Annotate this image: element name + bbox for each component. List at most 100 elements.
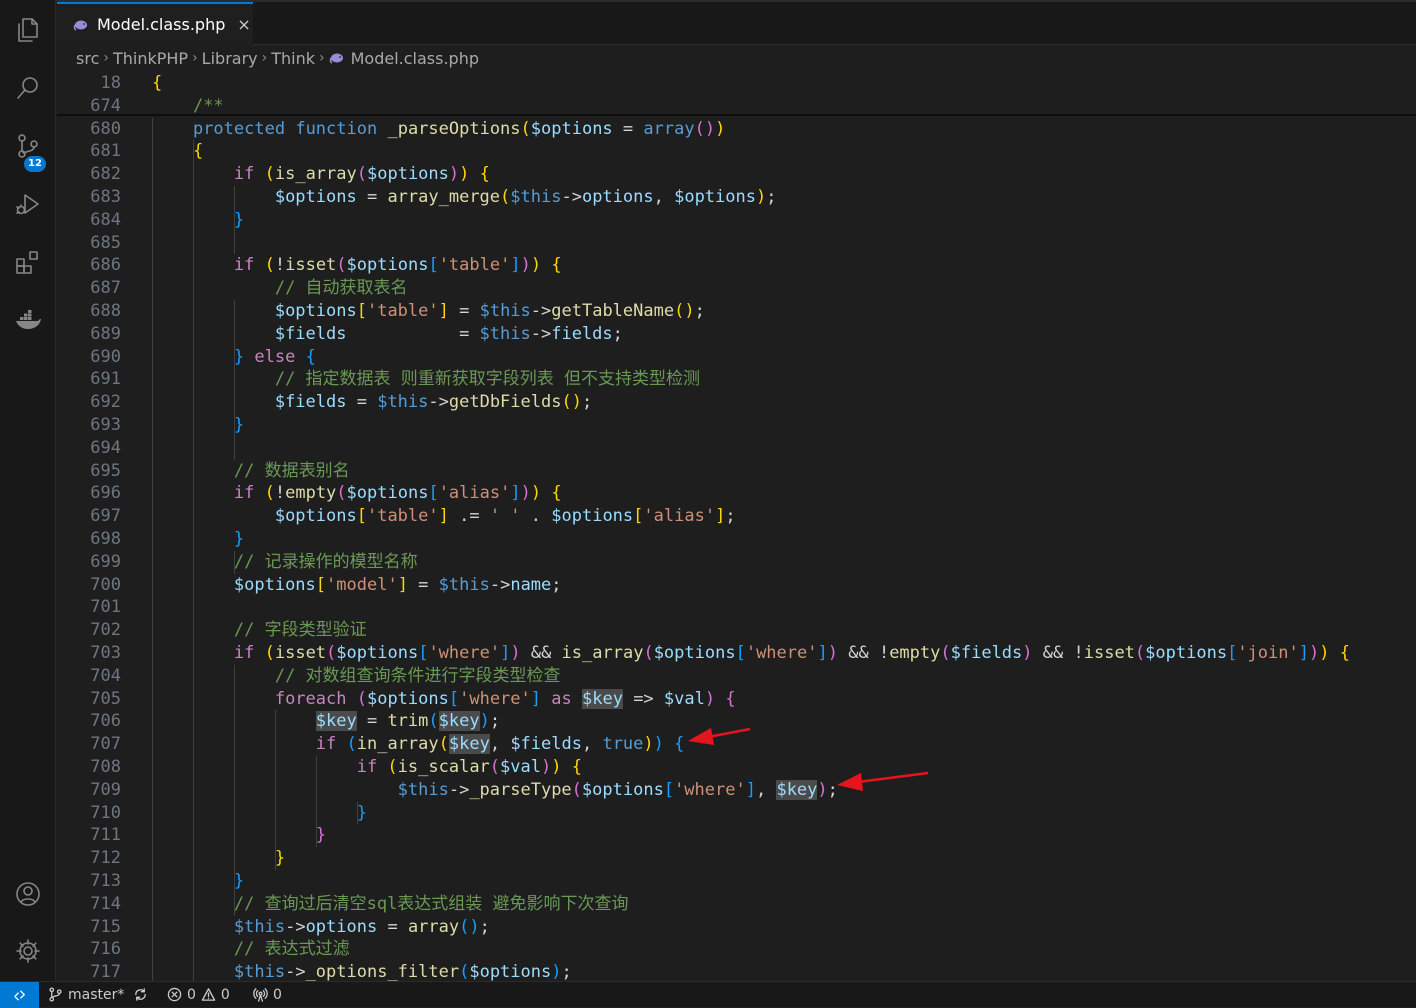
tab-model-class-php[interactable]: Model.class.php × — [57, 2, 253, 45]
code-token: if — [233, 255, 255, 276]
code-token: $options — [367, 164, 449, 185]
source-control-button[interactable]: 12 — [0, 122, 56, 172]
code-line[interactable]: 692 $fields = $this->getDbFields(); — [57, 391, 1416, 414]
code-line[interactable]: 707 if (in_array($key, $fields, true)) { — [57, 733, 1416, 756]
code-token: -> — [428, 392, 449, 413]
code-line[interactable]: 693 } — [57, 414, 1416, 437]
branch-status[interactable]: master* — [48, 982, 148, 1007]
code-line[interactable]: 704 // 对数组查询条件进行字段类型检查 — [57, 665, 1416, 688]
code-token: ) — [755, 187, 767, 207]
code-line[interactable]: 688 $options['table'] = $this->getTableN… — [57, 300, 1416, 323]
remote-indicator-button[interactable] — [0, 982, 39, 1008]
manage-button[interactable] — [0, 927, 56, 975]
code-token: is_array — [561, 643, 644, 663]
code-line[interactable]: 694 — [57, 437, 1416, 460]
code-line[interactable]: 702 // 字段类型验证 — [57, 619, 1416, 642]
line-number: 706 — [90, 711, 121, 732]
search-icon — [17, 77, 38, 99]
code-token: // 自动获取表名 — [274, 278, 408, 299]
code-line[interactable]: 681 { — [57, 140, 1416, 163]
code-line[interactable]: 709 $this->_parseType($options['where'],… — [57, 779, 1416, 802]
search-button[interactable] — [0, 64, 56, 112]
docker-icon — [16, 310, 41, 329]
code-line[interactable]: 716 // 表达式过滤 — [57, 938, 1416, 961]
code-line[interactable]: 713 } — [57, 870, 1416, 893]
code-line[interactable]: 714 // 查询过后清空sql表达式组装 避免影响下次查询 — [57, 893, 1416, 916]
code-line[interactable]: 687 // 自动获取表名 — [57, 277, 1416, 300]
line-number: 712 — [90, 848, 121, 869]
code-token: ) — [551, 962, 562, 983]
code-token: 'where' — [674, 779, 746, 800]
line-number: 715 — [90, 916, 121, 937]
line-number: 693 — [90, 415, 121, 435]
code-line[interactable]: 715 $this->options = array(); — [57, 916, 1416, 939]
code-line[interactable]: 703 if (isset($options['where']) && is_a… — [57, 642, 1416, 665]
code-token: is_scalar — [397, 757, 490, 777]
code-line[interactable]: 686 if (!isset($options['table'])) { — [57, 254, 1416, 277]
code-line[interactable]: 685 — [57, 232, 1416, 255]
breadcrumb-item[interactable]: ThinkPHP — [113, 49, 188, 68]
code-line[interactable]: 697 $options['table'] .= ' ' . $options[… — [57, 505, 1416, 528]
code-token: ( — [674, 301, 685, 321]
breadcrumb-item[interactable]: Library — [202, 49, 258, 68]
explorer-button[interactable] — [0, 6, 56, 54]
code-token: fields — [551, 323, 613, 344]
code-token: $options — [366, 688, 449, 709]
code-token: $this — [479, 323, 531, 344]
code-token: ) — [1022, 643, 1033, 663]
error-icon — [167, 987, 182, 1002]
code-line[interactable]: 699 // 记录操作的模型名称 — [57, 551, 1416, 574]
code-line[interactable]: 700 $options['model'] = $this->name; — [57, 574, 1416, 597]
code-token: _options_filter — [305, 962, 460, 983]
extensions-button[interactable] — [0, 238, 56, 286]
code-line[interactable]: 705 foreach ($options['where'] as $key =… — [57, 688, 1416, 711]
code-token: . — [520, 506, 552, 527]
code-token: [ — [315, 574, 327, 595]
status-bar: master* 0 0 0 — [0, 981, 1416, 1008]
close-icon[interactable]: × — [237, 15, 250, 34]
code-line[interactable]: 683 $options = array_merge($this->option… — [57, 186, 1416, 209]
code-line[interactable]: 690 } else { — [57, 346, 1416, 369]
code-token: ) — [448, 164, 460, 185]
code-token: $options — [581, 779, 664, 800]
code-line[interactable]: 712 } — [57, 847, 1416, 870]
code-line[interactable]: 711 } — [57, 824, 1416, 847]
code-text: { — [152, 72, 162, 95]
docker-button[interactable] — [0, 296, 56, 344]
code-line[interactable]: 18 { — [57, 72, 1416, 95]
breadcrumb-item[interactable]: Model.class.php — [351, 49, 479, 68]
code-token: { — [715, 688, 736, 709]
problems-status[interactable]: 0 0 — [167, 982, 230, 1007]
code-line[interactable]: 708 if (is_scalar($val)) { — [57, 756, 1416, 779]
code-token: ] — [715, 506, 726, 527]
code-line[interactable]: 710 } — [57, 802, 1416, 825]
code-token: array_merge — [387, 187, 501, 207]
code-line[interactable]: 706 $key = trim($key); — [57, 710, 1416, 733]
code-token: ; — [694, 301, 705, 321]
code-token: 'join' — [1237, 643, 1299, 663]
code-token: ) — [479, 711, 490, 732]
breadcrumb-item[interactable]: src — [76, 49, 99, 68]
accounts-button[interactable] — [0, 870, 56, 918]
code-line[interactable]: 682 if (is_array($options)) { — [57, 163, 1416, 186]
code-token: $this — [438, 574, 490, 595]
code-editor[interactable]: 18{674 /** 680 protected function _parseO… — [57, 72, 1416, 1007]
code-line[interactable]: 684 } — [57, 209, 1416, 232]
code-line[interactable]: 696 if (!empty($options['alias'])) { — [57, 482, 1416, 505]
sync-icon[interactable] — [133, 987, 148, 1002]
code-token: array — [407, 916, 460, 937]
code-line[interactable]: 698 } — [57, 528, 1416, 551]
code-line[interactable]: 680 protected function _parseOptions($op… — [57, 118, 1416, 141]
breadcrumb-item[interactable]: Think — [271, 49, 315, 68]
code-line[interactable]: 695 // 数据表别名 — [57, 460, 1416, 483]
code-line[interactable]: 689 $fields = $this->fields; — [57, 323, 1416, 346]
tab-bar: Model.class.php × — [57, 2, 1416, 45]
code-line[interactable]: 691 // 指定数据表 则重新获取字段列表 但不支持类型检测 — [57, 368, 1416, 391]
code-token: -> — [489, 574, 511, 595]
code-token: getDbFields — [448, 392, 562, 413]
code-token: 'table' — [366, 506, 439, 527]
run-debug-button[interactable] — [0, 180, 56, 228]
ports-status[interactable]: 0 — [253, 982, 282, 1007]
code-line[interactable]: 701 — [57, 596, 1416, 619]
